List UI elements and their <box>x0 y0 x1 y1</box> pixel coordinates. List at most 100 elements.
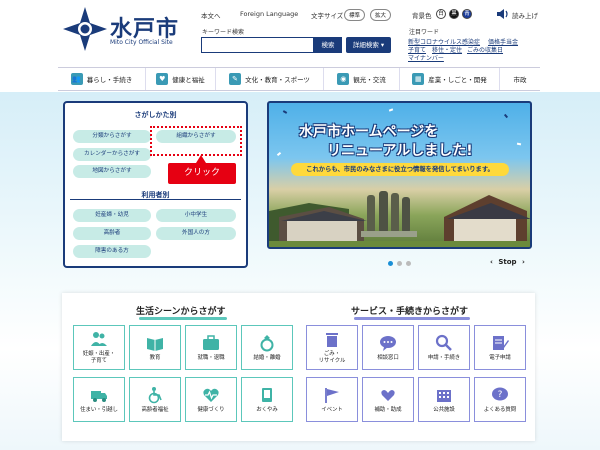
tile-subsidies[interactable]: 補助・助成 <box>362 377 414 422</box>
ring-icon <box>260 334 274 351</box>
health-icon: ♥ <box>156 73 169 85</box>
nav-label: 産業・しごと・開発 <box>428 76 487 84</box>
notice-words-label: 注目ワード <box>409 29 440 36</box>
carousel-controls: ‹ Stop › <box>490 258 525 266</box>
search-button[interactable]: 検索 <box>314 37 342 53</box>
life-scene-heading: 生活シーンからさがす <box>136 307 226 317</box>
search-input[interactable] <box>201 37 314 53</box>
trash-icon <box>326 333 338 347</box>
notice-link-garbage-day[interactable]: ごみの収集日 <box>467 45 503 54</box>
confetti <box>388 108 394 112</box>
banner-subtitle: これからも、市民のみなさまに役立つ情報を発信してまいります。 <box>291 163 509 176</box>
family-icon <box>91 332 107 346</box>
truck-icon <box>91 390 107 402</box>
tile-label: 高齢者福祉 <box>141 406 169 413</box>
bg-black-button[interactable]: 黒 <box>449 9 459 19</box>
camera-icon: ◉ <box>337 73 350 85</box>
tile-marriage-divorce[interactable]: 結婚・離婚 <box>241 325 293 370</box>
advanced-search-button[interactable]: 詳細検索 ▾ <box>346 37 391 53</box>
user-elderly-button[interactable]: 高齢者 <box>73 227 151 240</box>
nav-tourism-exchange[interactable]: ◉ 観光・交流 <box>324 68 400 90</box>
tile-faq[interactable]: ? よくある質問 <box>474 377 526 422</box>
memorial-icon <box>262 387 272 402</box>
foreign-language-link[interactable]: Foreign Language <box>240 10 298 18</box>
tile-elderly-welfare[interactable]: 高齢者福祉 <box>129 377 181 422</box>
tile-label: 教育 <box>149 354 161 361</box>
highlight-box <box>150 126 242 156</box>
tile-applications[interactable]: 申請・手続き <box>418 325 470 370</box>
city-emblem-logo[interactable] <box>62 6 108 52</box>
user-disabilities-button[interactable]: 障害のある方 <box>73 245 151 258</box>
question-bubble-icon: ? <box>492 387 508 400</box>
tile-events[interactable]: イベント <box>306 377 358 422</box>
tile-label: イベント <box>321 406 343 413</box>
banner-title-line2: リニューアルしました! <box>327 143 473 159</box>
search-by-category-button[interactable]: 分類からさがす <box>73 130 151 143</box>
nav-health-welfare[interactable]: ♥ 健康と福祉 <box>146 68 216 90</box>
hero-banner[interactable]: 水戸市ホームページを リニューアルしました! これからも、市民のみなさまに役立つ… <box>267 101 532 249</box>
user-students-button[interactable]: 小中学生 <box>156 209 236 222</box>
nav-label: 文化・教育・スポーツ <box>245 76 310 84</box>
speech-bubble-icon <box>380 335 396 351</box>
global-nav: 👥 暮らし・手続き ♥ 健康と福祉 ✎ 文化・教育・スポーツ ◉ 観光・交流 ▦… <box>58 67 540 91</box>
tile-e-application[interactable]: 電子申請 <box>474 325 526 370</box>
heart-hands-icon <box>381 389 395 401</box>
life-scene-underline <box>139 317 227 320</box>
tile-label: おくやみ <box>256 406 278 413</box>
tile-housing-moving[interactable]: 住まい・引越し <box>73 377 125 422</box>
notice-link-my-number[interactable]: マイナンバー <box>408 53 444 62</box>
tile-label: ごみ・ リサイクル <box>318 351 346 364</box>
tile-consultation[interactable]: 相談窓口 <box>362 325 414 370</box>
search-by-calendar-button[interactable]: カレンダーからさがす <box>73 148 151 161</box>
castle-scene-image <box>269 191 530 247</box>
tile-health[interactable]: 健康づくり <box>185 377 237 422</box>
tile-public-facilities[interactable]: 公共施設 <box>418 377 470 422</box>
click-callout-label: クリック <box>168 163 236 184</box>
nav-label: 市政 <box>513 76 527 84</box>
tile-pregnancy-childcare[interactable]: 妊娠・出産・ 子育て <box>73 325 125 370</box>
tile-condolences[interactable]: おくやみ <box>241 377 293 422</box>
tile-education[interactable]: 教育 <box>129 325 181 370</box>
carousel-stop-button[interactable]: Stop <box>498 258 516 266</box>
bg-blue-button[interactable]: 青 <box>462 9 472 19</box>
services-underline <box>354 317 470 320</box>
font-size-standard-button[interactable]: 標準 <box>344 9 366 21</box>
speaker-icon[interactable] <box>496 8 510 20</box>
confetti <box>516 142 522 146</box>
tile-label: 公共施設 <box>433 406 455 413</box>
tile-employment[interactable]: 就職・退職 <box>185 325 237 370</box>
carousel-dot[interactable] <box>406 261 411 266</box>
site-subtitle: Mito City Official Site <box>110 39 173 46</box>
tile-label: 相談窓口 <box>377 354 399 361</box>
font-size-label: 文字サイズ <box>311 12 344 20</box>
skip-to-content-link[interactable]: 本文へ <box>201 10 221 20</box>
nav-label: 観光・交流 <box>353 76 386 84</box>
confetti <box>503 113 509 119</box>
tile-label: 妊娠・出産・ 子育て <box>82 351 116 364</box>
read-aloud-link[interactable]: 読み上げ <box>512 10 538 20</box>
chevron-left-icon[interactable]: ‹ <box>490 258 493 266</box>
search-by-map-button[interactable]: 地図からさがす <box>73 165 151 178</box>
confetti <box>282 110 288 114</box>
keyword-search-label: キーワード検索 <box>202 29 245 36</box>
nav-industry-work[interactable]: ▦ 産業・しごと・開発 <box>400 68 500 90</box>
people-icon: 👥 <box>70 73 83 85</box>
carousel-dot[interactable] <box>388 261 393 266</box>
chevron-right-icon[interactable]: › <box>522 258 525 266</box>
flag-icon <box>325 387 339 403</box>
tile-label: 結婚・離婚 <box>253 354 281 361</box>
tile-label: 健康づくり <box>197 406 225 413</box>
bg-white-button[interactable]: 白 <box>436 9 446 19</box>
nav-culture-education-sports[interactable]: ✎ 文化・教育・スポーツ <box>216 68 324 90</box>
user-foreigners-button[interactable]: 外国人の方 <box>156 227 236 240</box>
nav-label: 健康と福祉 <box>172 76 205 84</box>
magnifier-icon <box>435 334 452 351</box>
search-method-heading: さがしかた別 <box>134 111 177 119</box>
user-pregnant-infants-button[interactable]: 妊産婦・幼児 <box>73 209 151 222</box>
wheelchair-icon <box>148 386 162 403</box>
carousel-dot[interactable] <box>397 261 402 266</box>
nav-city-administration[interactable]: 市政 <box>500 68 540 90</box>
nav-living-procedures[interactable]: 👥 暮らし・手続き <box>58 68 146 90</box>
tile-garbage-recycling[interactable]: ごみ・ リサイクル <box>306 325 358 370</box>
font-size-large-button[interactable]: 拡大 <box>370 9 392 21</box>
